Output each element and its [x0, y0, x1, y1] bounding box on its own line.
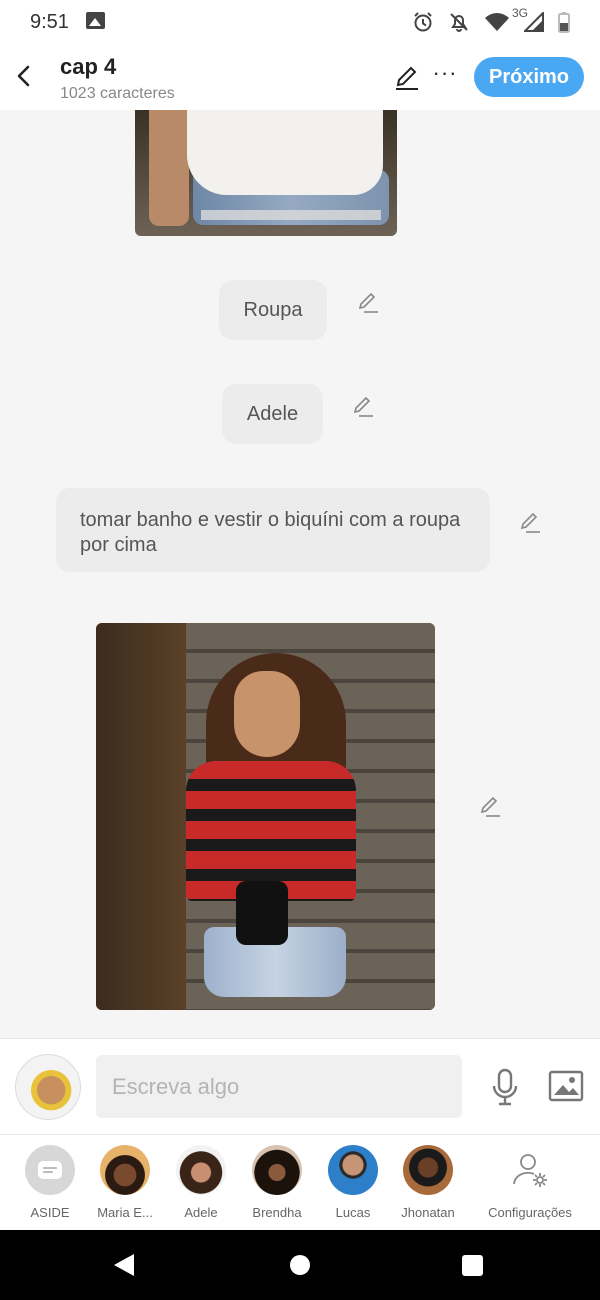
message-bubble[interactable]: tomar banho e vestir o biquíni com a rou…	[56, 488, 490, 572]
avatar	[252, 1145, 302, 1195]
wifi-icon	[485, 13, 509, 31]
character-label: Configurações	[488, 1205, 572, 1220]
photo-detail	[234, 671, 300, 757]
photo-detail	[201, 210, 381, 220]
edit-message-icon[interactable]	[478, 794, 502, 818]
back-arrow-icon[interactable]	[12, 63, 36, 89]
chapter-title: cap 4	[60, 54, 117, 79]
nav-back-icon[interactable]	[114, 1254, 134, 1276]
next-button[interactable]: Próximo	[474, 57, 584, 97]
system-navigation-bar	[0, 1230, 600, 1300]
selected-character-avatar[interactable]	[15, 1054, 81, 1120]
gallery-notification-icon	[86, 12, 105, 29]
edit-title-icon[interactable]	[394, 65, 420, 91]
character-bar: ASIDE Maria E... Adele Brendha Lucas Jho…	[0, 1134, 600, 1230]
message-image[interactable]	[96, 623, 435, 1010]
photo-detail	[96, 623, 186, 1010]
battery-icon	[558, 12, 570, 33]
character-lucas[interactable]: Lucas	[318, 1145, 388, 1220]
nav-home-icon[interactable]	[290, 1255, 310, 1275]
character-label: Brendha	[252, 1205, 302, 1220]
notifications-off-icon	[450, 13, 468, 32]
character-adele[interactable]: Adele	[166, 1145, 236, 1220]
character-aside[interactable]: ASIDE	[15, 1145, 85, 1220]
edit-message-icon[interactable]	[518, 510, 542, 534]
character-jhonatan[interactable]: Jhonatan	[393, 1145, 463, 1220]
photo-detail	[236, 881, 288, 945]
message-input[interactable]	[96, 1055, 462, 1118]
edit-message-icon[interactable]	[356, 290, 380, 314]
character-label: ASIDE	[30, 1205, 70, 1220]
microphone-icon[interactable]	[489, 1067, 521, 1107]
message-bubble[interactable]: Roupa	[219, 280, 327, 340]
message-image[interactable]	[135, 110, 397, 236]
alarm-icon	[414, 12, 432, 32]
photo-detail	[187, 110, 383, 195]
character-label: Maria E...	[97, 1205, 153, 1220]
avatar	[100, 1145, 150, 1195]
avatar	[403, 1145, 453, 1195]
avatar	[176, 1145, 226, 1195]
character-maria[interactable]: Maria E...	[90, 1145, 160, 1220]
compose-bar	[0, 1038, 600, 1134]
character-count: 1023 caracteres	[60, 85, 175, 102]
more-options-icon[interactable]: ···	[432, 62, 458, 89]
aside-icon	[25, 1145, 75, 1195]
signal-icon	[524, 12, 544, 32]
message-bubble[interactable]: Adele	[222, 384, 323, 444]
character-label: Adele	[184, 1205, 218, 1220]
story-chat: Roupa Adele tomar banho e vestir o biquí…	[0, 110, 600, 1038]
status-time: 9:51	[30, 11, 69, 33]
user-settings-icon	[505, 1145, 555, 1195]
avatar	[328, 1145, 378, 1195]
character-brendha[interactable]: Brendha	[242, 1145, 312, 1220]
status-bar: 9:51 3G	[0, 0, 600, 45]
character-settings[interactable]: Configurações	[485, 1145, 575, 1220]
edit-message-icon[interactable]	[351, 394, 375, 418]
editor-header: cap 4 1023 caracteres ··· Próximo	[0, 45, 600, 110]
photo-detail	[149, 110, 189, 226]
character-label: Lucas	[335, 1205, 371, 1220]
image-icon[interactable]	[548, 1069, 584, 1103]
photo-detail	[186, 761, 356, 901]
nav-recents-icon[interactable]	[462, 1255, 483, 1276]
character-label: Jhonatan	[401, 1205, 455, 1220]
